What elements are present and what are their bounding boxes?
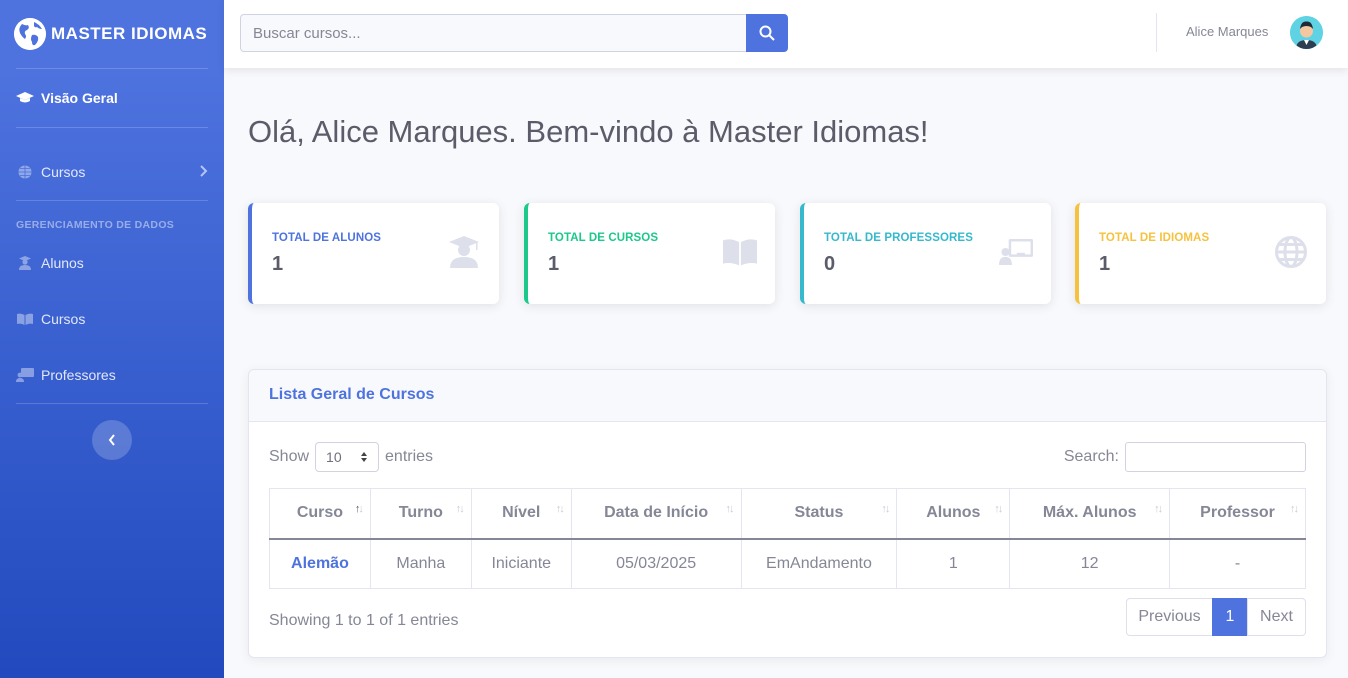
- column-header-status[interactable]: Status ↑↓: [740, 488, 898, 540]
- stat-card-value: 1: [272, 253, 284, 275]
- sort-arrows-icon: [361, 452, 368, 462]
- column-header-data-inicio[interactable]: Data de Início ↑↓: [570, 488, 742, 540]
- table-info: Showing 1 to 1 of 1 entries: [269, 612, 459, 629]
- table-header-row: Curso ↑↓ Turno ↑↓ Nível ↑↓ Data de Início ↑↓…: [269, 488, 1306, 540]
- sort-icon: ↑↓: [555, 503, 565, 515]
- sidebar-item-cursos-collapse[interactable]: Cursos: [0, 144, 224, 200]
- sidebar-item-professores[interactable]: Professores: [0, 347, 224, 403]
- table-cell: -: [1169, 538, 1306, 589]
- table-cell: 1: [896, 538, 1011, 589]
- column-header-alunos[interactable]: Alunos ↑↓: [896, 488, 1011, 540]
- topbar-divider: [1156, 13, 1157, 52]
- search-icon: [759, 25, 775, 41]
- sidebar-item-label: Alunos: [41, 255, 84, 271]
- search-input[interactable]: [240, 14, 746, 52]
- table-cell: 12: [1009, 538, 1171, 589]
- avatar[interactable]: [1290, 16, 1323, 49]
- sidebar-item-label: Cursos: [41, 311, 86, 327]
- next-page-button[interactable]: Next: [1247, 598, 1306, 636]
- chevron-right-icon: [200, 164, 208, 180]
- search-button[interactable]: [746, 14, 788, 52]
- table-cell: Iniciante: [470, 538, 572, 589]
- student-icon: [16, 256, 34, 270]
- stat-card-title: TOTAL DE CURSOS: [548, 232, 659, 244]
- teacher-icon: [999, 235, 1033, 269]
- user-name[interactable]: Alice Marques: [1186, 24, 1268, 39]
- sidebar-item-cursos[interactable]: Cursos: [0, 291, 224, 347]
- sidebar-toggle-button[interactable]: [92, 420, 132, 460]
- sidebar-item-label: Cursos: [41, 164, 86, 180]
- pagination: Previous 1 Next: [1126, 598, 1306, 636]
- stat-card-value: 0: [824, 253, 836, 275]
- book-icon: [16, 312, 34, 326]
- panel-title: Lista Geral de Cursos: [249, 370, 1326, 422]
- globe-icon: [1274, 235, 1308, 269]
- stat-card-alunos: TOTAL DE ALUNOS 1: [248, 203, 499, 304]
- stat-card-title: TOTAL DE IDIOMAS: [1099, 232, 1210, 244]
- page-length-select[interactable]: 10: [315, 442, 380, 472]
- stat-card-value: 1: [548, 253, 560, 275]
- sort-icon: ↑↓: [725, 503, 735, 515]
- table-row: Alemão Manha Iniciante 05/03/2025 EmAnda…: [269, 538, 1306, 589]
- sort-icon: ↑↓: [994, 503, 1003, 515]
- chevron-left-icon: [108, 434, 115, 446]
- entries-label: entries: [385, 448, 434, 465]
- sidebar-heading: GERENCIAMENTO DE DADOS: [16, 219, 175, 231]
- sort-icon: ↑↓: [455, 503, 465, 515]
- graduation-cap-icon: [16, 91, 34, 105]
- sort-icon: ↑↓: [1154, 503, 1163, 515]
- table-cell: Manha: [369, 538, 472, 589]
- teacher-icon: [16, 368, 34, 382]
- page-length-control: Show 10 entries: [269, 442, 433, 472]
- stat-card-professores: TOTAL DE PROFESSORES 0: [800, 203, 1051, 304]
- book-icon: [723, 235, 757, 269]
- sidebar-divider: [16, 403, 208, 404]
- previous-page-button[interactable]: Previous: [1126, 598, 1213, 636]
- sidebar-item-alunos[interactable]: Alunos: [0, 235, 224, 291]
- sidebar: MASTER IDIOMAS Visão Geral Cursos GERENC…: [0, 0, 224, 678]
- stat-card-title: TOTAL DE PROFESSORES: [824, 232, 973, 244]
- stat-card-title: TOTAL DE ALUNOS: [272, 232, 382, 244]
- sidebar-item-label: Visão Geral: [41, 90, 118, 106]
- student-icon: [447, 235, 481, 269]
- stat-card-cursos: TOTAL DE CURSOS 1: [524, 203, 775, 304]
- column-header-max-alunos[interactable]: Máx. Alunos ↑↓: [1009, 488, 1171, 540]
- page-length-value: 10: [326, 449, 342, 465]
- sort-icon: ↑↓: [354, 503, 364, 515]
- search-label: Search:: [1063, 448, 1119, 465]
- topbar: Alice Marques: [224, 0, 1348, 68]
- column-header-turno[interactable]: Turno ↑↓: [369, 488, 472, 540]
- table-search: Search:: [1064, 442, 1306, 472]
- table-search-input[interactable]: [1125, 442, 1306, 472]
- column-header-professor[interactable]: Professor ↑↓: [1169, 488, 1306, 540]
- brand[interactable]: MASTER IDIOMAS: [0, 0, 224, 68]
- brand-name: MASTER IDIOMAS: [51, 24, 208, 43]
- globe-logo-icon: [14, 18, 46, 50]
- courses-panel: Lista Geral de Cursos Show 10 entries Se…: [248, 369, 1327, 658]
- column-header-curso[interactable]: Curso ↑↓: [269, 488, 371, 540]
- sort-icon: ↑↓: [1290, 503, 1299, 515]
- stat-card-value: 1: [1099, 253, 1111, 275]
- globe-icon: [16, 165, 34, 179]
- courses-table: Curso ↑↓ Turno ↑↓ Nível ↑↓ Data de Início ↑↓…: [269, 488, 1306, 589]
- show-label: Show: [269, 448, 310, 465]
- sidebar-item-label: Professores: [41, 367, 116, 383]
- search-form: [240, 14, 788, 52]
- course-link[interactable]: Alemão: [269, 538, 371, 589]
- sort-icon: ↑↓: [881, 503, 890, 515]
- stat-card-idiomas: TOTAL DE IDIOMAS 1: [1075, 203, 1326, 304]
- table-cell: EmAndamento: [740, 538, 898, 589]
- page-1-button[interactable]: 1: [1212, 598, 1248, 636]
- column-header-nivel[interactable]: Nível ↑↓: [470, 488, 572, 540]
- sidebar-item-visao-geral[interactable]: Visão Geral: [0, 69, 224, 127]
- page-title: Olá, Alice Marques. Bem-vindo à Master I…: [248, 114, 929, 149]
- table-cell: 05/03/2025: [570, 538, 742, 589]
